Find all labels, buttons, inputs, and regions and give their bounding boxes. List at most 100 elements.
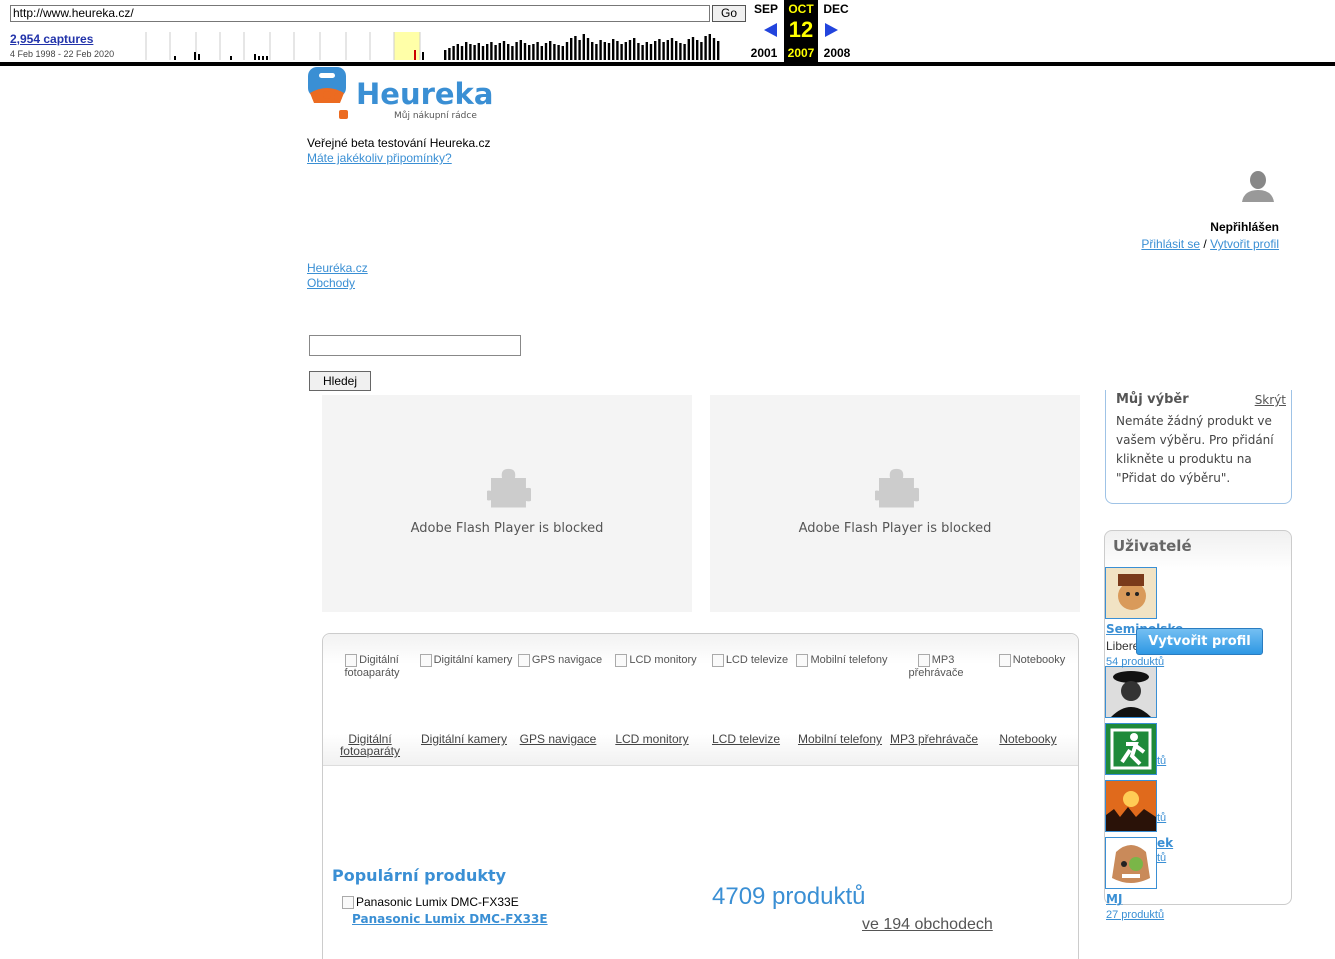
wayback-captures-link[interactable]: 2,954 captures — [10, 32, 93, 46]
capture-bar — [502, 41, 506, 60]
capture-bar — [544, 43, 548, 60]
capture-bar — [540, 46, 543, 60]
flash-placeholder-left[interactable]: Adobe Flash Player is blocked — [322, 395, 692, 612]
capture-bar — [612, 39, 615, 60]
broken-image-icon — [517, 654, 530, 667]
capture-bar — [536, 42, 539, 60]
user-links: Přihlásit se / Vytvořit profil — [1050, 237, 1279, 251]
broken-image-icon — [345, 654, 358, 667]
user-count-6[interactable]: 27 produktů — [1106, 909, 1164, 921]
user-count-4[interactable]: tů — [1157, 812, 1166, 824]
beta-notice: Veřejné beta testování Heureka.cz — [307, 136, 491, 150]
category-link-4[interactable]: LCD televize — [699, 733, 793, 745]
user-avatar-1[interactable] — [1105, 567, 1157, 619]
capture-bar — [477, 43, 480, 60]
capture-bar — [670, 38, 674, 60]
broken-image-icon — [342, 896, 354, 910]
category-image-5[interactable]: Mobilní telefony — [795, 654, 889, 667]
create-profile-link[interactable]: Vytvořit profil — [1210, 237, 1279, 251]
user-count-5[interactable]: tů — [1157, 852, 1166, 864]
capture-bar — [549, 41, 552, 60]
capture-bar — [654, 41, 657, 60]
category-image-4[interactable]: LCD televize — [703, 654, 797, 667]
category-image-1[interactable]: Digitální kamery — [419, 654, 513, 667]
capture-bar — [683, 44, 686, 60]
popular-product-image[interactable]: Panasonic Lumix DMC-FX33E — [342, 895, 519, 910]
create-profile-button[interactable]: Vytvořit profil — [1136, 628, 1263, 655]
capture-bar — [557, 45, 560, 60]
wayback-capture-histogram[interactable] — [122, 32, 728, 60]
hide-link[interactable]: Skrýt — [1255, 393, 1286, 407]
broken-image-icon — [917, 654, 930, 667]
category-link-1[interactable]: Digitální kamery — [417, 733, 511, 745]
capture-bar — [658, 39, 661, 60]
capture-bar — [599, 40, 602, 60]
category-image-2[interactable]: GPS navigace — [513, 654, 607, 667]
user-count-1[interactable]: 54 produktů — [1106, 656, 1164, 668]
capture-bar — [603, 42, 606, 60]
capture-bar — [519, 40, 522, 60]
categories-panel: Digitální fotoaparáty Digitální kamery G… — [322, 633, 1079, 959]
category-image-3[interactable]: LCD monitory — [609, 654, 703, 667]
category-link-2[interactable]: GPS navigace — [511, 733, 605, 745]
login-link[interactable]: Přihlásit se — [1141, 237, 1200, 251]
logo-tagline: Můj nákupní rádce — [394, 110, 477, 121]
capture-bar — [582, 34, 585, 60]
capture-bar — [473, 45, 476, 60]
category-image-0[interactable]: Digitální fotoaparáty — [325, 654, 419, 679]
capture-bar — [696, 40, 699, 60]
capture-bar — [494, 45, 497, 60]
flash-placeholder-right[interactable]: Adobe Flash Player is blocked — [710, 395, 1080, 612]
popular-product-link[interactable]: Panasonic Lumix DMC-FX33E — [352, 912, 548, 926]
category-link-5[interactable]: Mobilní telefony — [793, 733, 887, 745]
user-name-5[interactable]: ek — [1157, 836, 1173, 850]
shops-count-link[interactable]: ve 194 obchodech — [862, 916, 993, 934]
wayback-prev-month[interactable]: SEP — [750, 2, 782, 16]
capture-bar — [460, 46, 464, 60]
capture-bar — [624, 42, 627, 60]
capture-bar — [620, 44, 623, 60]
feedback-link[interactable]: Máte jakékoliv připomínky? — [307, 151, 452, 165]
capture-bar — [607, 43, 611, 60]
capture-bar — [448, 48, 451, 60]
capture-bar — [704, 36, 707, 60]
heureka-logo[interactable]: Heureka! Můj nákupní rádce — [306, 67, 496, 129]
category-link-3[interactable]: LCD monitory — [605, 733, 699, 745]
wayback-next-arrow-icon[interactable] — [825, 23, 838, 37]
capture-bar — [570, 38, 573, 60]
capture-bar — [645, 42, 648, 60]
broken-image-icon — [711, 654, 724, 667]
user-count-3[interactable]: tů — [1157, 755, 1166, 767]
nav-shops[interactable]: Obchody — [307, 276, 355, 290]
search-button[interactable]: Hledej — [309, 371, 371, 391]
capture-bar — [553, 44, 556, 60]
search-input[interactable] — [309, 335, 521, 356]
wayback-current-month: OCT — [788, 2, 814, 16]
wayback-divider — [0, 62, 1335, 66]
user-avatar-5[interactable] — [1105, 837, 1157, 889]
wayback-prev-year[interactable]: 2001 — [748, 46, 780, 60]
user-avatar-4[interactable] — [1105, 780, 1157, 832]
capture-bar — [490, 42, 493, 60]
wayback-go-button[interactable]: Go — [712, 5, 746, 22]
link-separator: / — [1200, 237, 1211, 251]
capture-bar — [637, 43, 640, 60]
category-link-0[interactable]: Digitální fotoaparáty — [323, 733, 417, 757]
nav-heureka[interactable]: Heuréka.cz — [307, 261, 368, 275]
user-name-6[interactable]: MJ — [1106, 892, 1122, 906]
capture-bar — [675, 41, 678, 60]
capture-bar — [616, 41, 619, 60]
wayback-url-input[interactable]: http://www.heureka.cz/ — [10, 5, 710, 22]
capture-bar — [444, 50, 447, 60]
user-avatar-3[interactable] — [1105, 723, 1157, 775]
category-image-6[interactable]: MP3 přehrávače — [889, 654, 983, 679]
wayback-next-year[interactable]: 2008 — [821, 46, 853, 60]
category-image-7[interactable]: Notebooky — [985, 654, 1079, 667]
user-avatar-2[interactable] — [1105, 666, 1157, 718]
plugin-puzzle-icon — [875, 468, 919, 508]
category-link-6[interactable]: MP3 přehrávače — [887, 733, 981, 745]
capture-bar — [486, 44, 489, 60]
wayback-prev-arrow-icon[interactable] — [764, 23, 777, 37]
category-link-7[interactable]: Notebooky — [981, 733, 1075, 745]
wayback-next-month[interactable]: DEC — [820, 2, 852, 16]
